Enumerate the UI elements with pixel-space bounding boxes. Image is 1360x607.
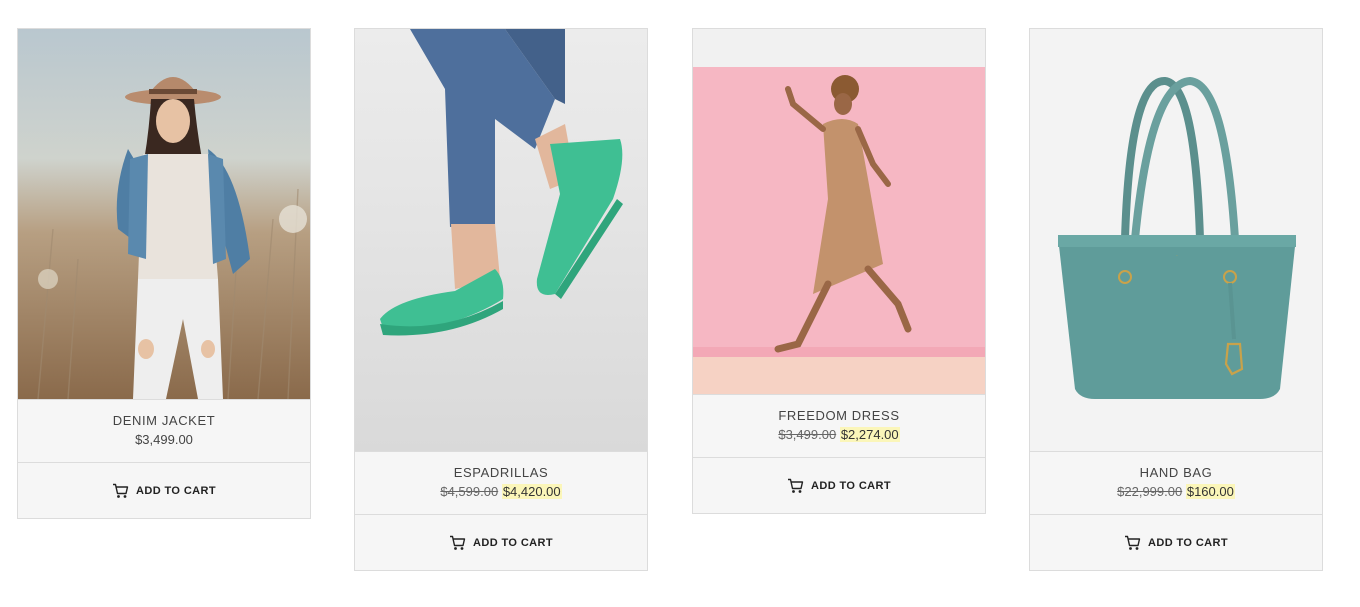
product-info: FREEDOM DRESS $3,499.00 $2,274.00 — [693, 394, 985, 458]
product-name[interactable]: ESPADRILLAS — [355, 465, 647, 481]
shopping-cart-icon — [1125, 535, 1141, 550]
original-price: $3,499.00 — [778, 427, 837, 442]
price-row: $22,999.00 $160.00 — [1030, 483, 1322, 501]
shopping-cart-icon — [788, 478, 804, 493]
product-price: $3,499.00 — [135, 432, 193, 447]
product-image[interactable] — [693, 29, 985, 394]
add-to-cart-label: ADD TO CART — [811, 479, 891, 492]
sale-price: $2,274.00 — [839, 427, 900, 442]
shopping-cart-icon — [113, 483, 129, 498]
product-card: FREEDOM DRESS $3,499.00 $2,274.00 ADD TO… — [692, 28, 986, 514]
shopping-cart-icon — [450, 535, 466, 550]
add-to-cart-label: ADD TO CART — [136, 484, 216, 497]
product-name[interactable]: DENIM JACKET — [18, 413, 310, 429]
product-image[interactable] — [355, 29, 647, 451]
price-row: $3,499.00 $2,274.00 — [693, 426, 985, 444]
add-to-cart-label: ADD TO CART — [473, 536, 553, 549]
add-to-cart-button[interactable]: ADD TO CART — [355, 515, 647, 570]
sale-price: $4,420.00 — [501, 484, 562, 499]
add-to-cart-button[interactable]: ADD TO CART — [693, 458, 985, 513]
product-grid: DENIM JACKET $3,499.00 ADD TO CART ESPAD… — [0, 0, 1360, 607]
add-to-cart-button[interactable]: ADD TO CART — [18, 463, 310, 518]
product-image[interactable] — [18, 29, 310, 399]
product-info: ESPADRILLAS $4,599.00 $4,420.00 — [355, 451, 647, 515]
product-info: DENIM JACKET $3,499.00 — [18, 399, 310, 463]
sale-price: $160.00 — [1185, 484, 1235, 499]
product-card: · HAND BAG $22,999.00 $160.00 ADD TO CAR… — [1029, 28, 1323, 571]
product-card: DENIM JACKET $3,499.00 ADD TO CART — [17, 28, 311, 519]
original-price: $4,599.00 — [440, 484, 499, 499]
price-row: $4,599.00 $4,420.00 — [355, 483, 647, 501]
product-image[interactable]: · — [1030, 29, 1322, 451]
price-row: $3,499.00 — [18, 431, 310, 449]
product-name[interactable]: HAND BAG — [1030, 465, 1322, 481]
product-card: ESPADRILLAS $4,599.00 $4,420.00 ADD TO C… — [354, 28, 648, 571]
product-info: HAND BAG $22,999.00 $160.00 — [1030, 451, 1322, 515]
original-price: $22,999.00 — [1117, 484, 1183, 499]
product-name[interactable]: FREEDOM DRESS — [693, 408, 985, 424]
add-to-cart-button[interactable]: ADD TO CART — [1030, 515, 1322, 570]
add-to-cart-label: ADD TO CART — [1148, 536, 1228, 549]
